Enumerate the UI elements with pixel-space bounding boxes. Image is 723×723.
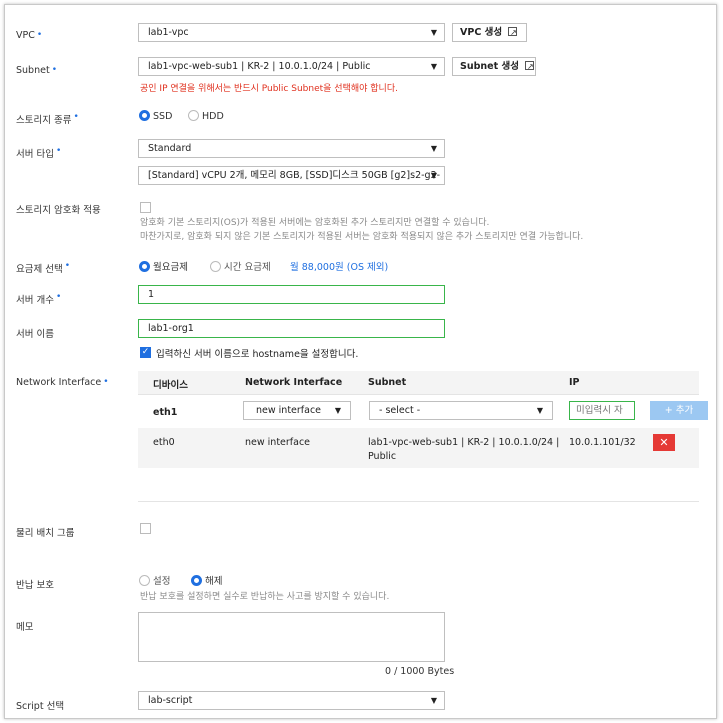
new-row-interface-select[interactable]: new interface ▼ — [243, 401, 351, 420]
header-subnet: Subnet — [368, 377, 407, 388]
new-row-ip-input[interactable] — [569, 401, 635, 420]
script-select[interactable]: lab-script ▼ — [138, 691, 445, 710]
vpc-label: VPC • — [16, 30, 43, 41]
row-ip: 10.0.1.101/32 — [569, 437, 636, 448]
close-icon: ✕ — [659, 436, 669, 449]
new-row-interface-value: new interface — [256, 405, 322, 416]
radio-icon — [139, 575, 150, 586]
storage-type-label: 스토리지 종류 • — [16, 112, 79, 126]
storage-encryption-help-2: 마찬가지로, 암호화 되지 않은 기본 스토리지가 적용된 서버는 암호화 적용… — [140, 232, 584, 242]
server-count-input[interactable]: 1 — [138, 285, 445, 304]
network-interface-header — [138, 371, 699, 394]
new-row-device: eth1 — [153, 407, 178, 418]
server-spec-select[interactable]: [Standard] vCPU 2개, 메모리 8GB, [SSD]디스크 50… — [138, 166, 445, 185]
radio-selected-icon — [139, 261, 150, 272]
subnet-label: Subnet • — [16, 65, 57, 76]
placement-group-checkbox[interactable] — [140, 523, 151, 534]
row-subnet-line1: lab1-vpc-web-sub1 | KR-2 | 10.0.1.0/24 | — [368, 437, 560, 448]
external-link-icon — [508, 24, 518, 41]
storage-encryption-help-1: 암호화 기본 스토리지(OS)가 적용된 서버에는 암호화된 추가 스토리지만 … — [140, 218, 490, 228]
billing-monthly[interactable]: 월요금제 — [139, 259, 188, 273]
billing-hourly[interactable]: 시간 요금제 — [210, 259, 271, 273]
placement-group-label: 물리 배치 그룹 — [16, 528, 75, 539]
new-row-subnet-select[interactable]: - select - ▼ — [369, 401, 553, 420]
header-ip: IP — [569, 377, 580, 388]
vpc-create-button[interactable]: VPC 생성 — [452, 23, 527, 42]
script-value: lab-script — [148, 695, 193, 706]
network-interface-label: Network Interface • — [16, 377, 109, 388]
memo-label: 메모 — [16, 622, 34, 633]
hostname-checkbox[interactable]: ✓ — [140, 347, 151, 358]
server-type-select[interactable]: Standard ▼ — [138, 139, 445, 158]
radio-selected-icon — [191, 575, 202, 586]
server-spec-value: [Standard] vCPU 2개, 메모리 8GB, [SSD]디스크 50… — [148, 170, 441, 181]
header-network-interface: Network Interface — [245, 377, 343, 388]
radio-icon — [188, 110, 199, 121]
termination-protection-help: 반납 보호를 설정하면 실수로 반납하는 사고를 방지할 수 있습니다. — [140, 592, 390, 602]
script-label: Script 선택 — [16, 701, 65, 712]
external-link-icon — [524, 58, 534, 75]
server-type-value: Standard — [148, 143, 192, 154]
server-type-label: 서버 타입 • — [16, 146, 62, 160]
chevron-down-icon: ▼ — [334, 406, 341, 415]
chevron-down-icon: ▼ — [536, 406, 543, 415]
new-row-subnet-value: - select - — [379, 405, 421, 416]
chevron-down-icon: ▼ — [430, 144, 437, 153]
storage-encryption-checkbox[interactable] — [140, 202, 151, 213]
billing-price: 월 88,000원 (OS 제외) — [290, 262, 389, 273]
divider — [138, 394, 699, 395]
divider — [138, 501, 699, 502]
chevron-down-icon: ▼ — [430, 696, 437, 705]
subnet-value: lab1-vpc-web-sub1 | KR-2 | 10.0.1.0/24 |… — [148, 61, 371, 72]
chevron-down-icon: ▼ — [430, 28, 437, 37]
subnet-select[interactable]: lab1-vpc-web-sub1 | KR-2 | 10.0.1.0/24 |… — [138, 57, 445, 76]
subnet-create-button[interactable]: Subnet 생성 — [452, 57, 536, 76]
row-subnet-line2: Public — [368, 451, 397, 462]
storage-type-hdd[interactable]: HDD — [188, 110, 224, 122]
server-name-label: 서버 이름 — [16, 329, 54, 340]
termination-protection-off[interactable]: 해제 — [191, 573, 223, 587]
server-count-label: 서버 개수 • — [16, 292, 62, 306]
memo-counter: 0 / 1000 Bytes — [385, 666, 455, 677]
chevron-down-icon: ▼ — [430, 62, 437, 71]
server-create-form: VPC• lab1-vpc ▼ VPC 생성 Subnet• lab1-vpc-w… — [4, 4, 717, 719]
billing-label: 요금제 선택 • — [16, 261, 71, 275]
radio-icon — [210, 261, 221, 272]
vpc-value: lab1-vpc — [148, 27, 189, 38]
chevron-down-icon: ▼ — [430, 171, 437, 180]
storage-type-ssd[interactable]: SSD — [139, 110, 172, 122]
memo-textarea[interactable] — [138, 612, 445, 662]
subnet-warning: 공인 IP 연결을 위해서는 반드시 Public Subnet을 선택해야 합… — [140, 84, 398, 94]
storage-encryption-label: 스토리지 암호화 적용 — [16, 205, 101, 216]
radio-selected-icon — [139, 110, 150, 121]
table-row — [138, 428, 699, 468]
delete-interface-button[interactable]: ✕ — [653, 434, 675, 451]
hostname-check-label: 입력하신 서버 이름으로 hostname을 설정합니다. — [156, 349, 359, 360]
server-name-input[interactable]: lab1-org1 — [138, 319, 445, 338]
row-device: eth0 — [153, 437, 175, 448]
termination-protection-on[interactable]: 설정 — [139, 573, 171, 587]
add-interface-button[interactable]: + 추가 — [650, 401, 708, 420]
header-device: 디바이스 — [153, 380, 188, 391]
row-interface: new interface — [245, 437, 311, 448]
termination-protection-label: 반납 보호 — [16, 580, 54, 591]
vpc-select[interactable]: lab1-vpc ▼ — [138, 23, 445, 42]
